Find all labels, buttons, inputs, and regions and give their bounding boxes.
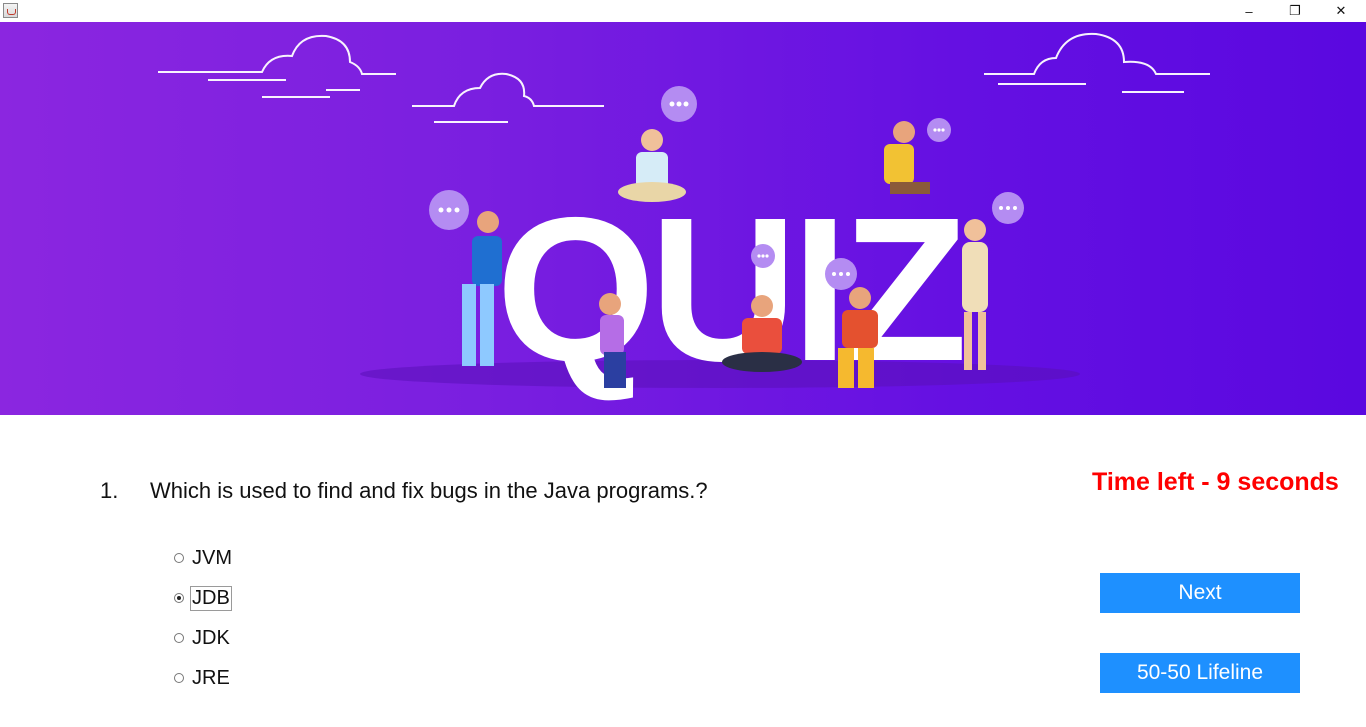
option-jdb[interactable]: JDB <box>174 585 232 611</box>
option-jre[interactable]: JRE <box>174 666 232 690</box>
radio-button[interactable] <box>174 553 184 563</box>
quiz-illustration: QUIZ <box>158 32 1210 404</box>
option-label[interactable]: JRE <box>190 666 232 691</box>
quiz-letters: QUIZ <box>496 175 962 404</box>
radio-button-selected[interactable] <box>174 593 184 603</box>
option-jdk[interactable]: JDK <box>174 626 232 650</box>
next-button[interactable]: Next <box>1100 573 1300 613</box>
question-number: 1. <box>100 478 119 503</box>
option-jvm[interactable]: JVM <box>174 546 234 570</box>
question-text: Which is used to find and fix bugs in th… <box>150 478 708 503</box>
option-label[interactable]: JVM <box>190 546 234 571</box>
close-button[interactable]: ✕ <box>1318 0 1364 22</box>
lifeline-button[interactable]: 50-50 Lifeline <box>1100 653 1300 693</box>
radio-button[interactable] <box>174 673 184 683</box>
option-label[interactable]: JDK <box>190 626 232 651</box>
maximize-button[interactable]: ❐ <box>1272 0 1318 22</box>
minimize-button[interactable]: – <box>1226 0 1272 22</box>
option-label[interactable]: JDB <box>190 585 232 611</box>
radio-button[interactable] <box>174 633 184 643</box>
java-app-icon <box>3 3 18 18</box>
window-title-bar: – ❐ ✕ <box>0 0 1366 22</box>
timer-label: Time left - 9 seconds <box>1092 468 1339 496</box>
quiz-banner-image: QUIZ <box>0 22 1366 415</box>
